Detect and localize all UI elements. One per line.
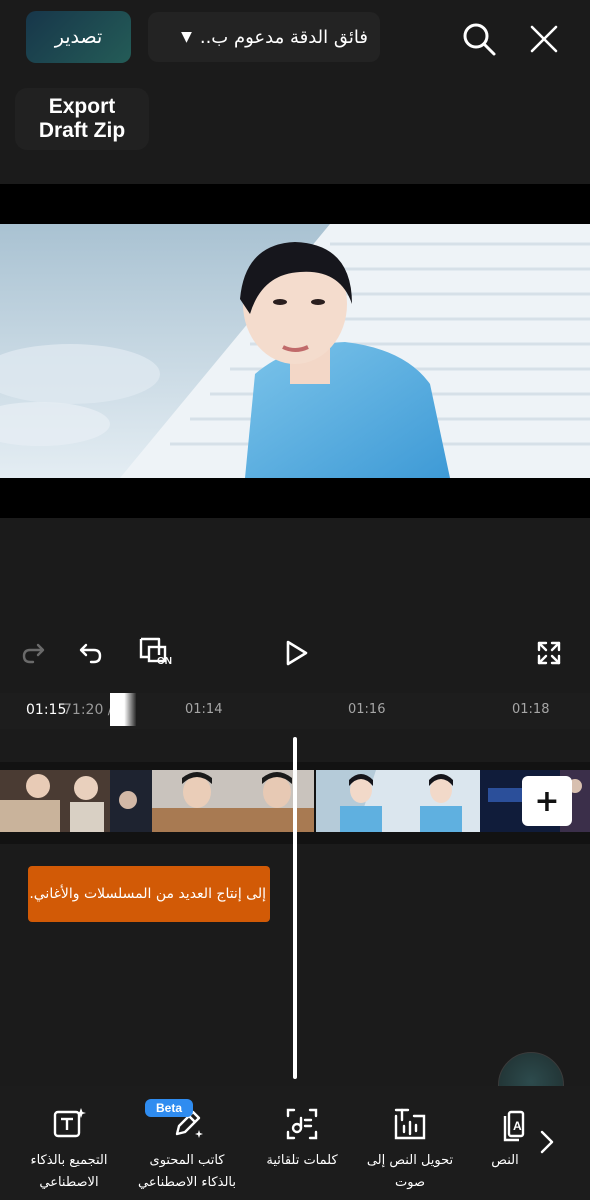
subtitle-text: إلى إنتاج العديد من المسلسلات والأغاني.	[29, 886, 266, 902]
draft-zip-line1: Export	[48, 95, 116, 118]
tool-label: كاتب المحتوى بالذكاء الاصطناعي	[138, 1153, 236, 1190]
redo-icon	[22, 643, 45, 664]
preview-on-icon	[139, 637, 167, 663]
ai-text-icon	[53, 1108, 86, 1138]
ruler-tick-label: 01:16	[348, 702, 386, 717]
draft-zip-line2: Draft Zip	[38, 119, 126, 142]
tool-auto-captions[interactable]: كلمات تلقائية	[256, 1104, 348, 1172]
total-duration: 71:20 /	[63, 702, 113, 718]
preview-toggle-badge: ON	[157, 656, 172, 667]
toolbar-next-button[interactable]	[534, 1124, 560, 1160]
video-frame-image	[0, 224, 590, 478]
current-time: 01:15	[26, 702, 67, 718]
fullscreen-button[interactable]	[532, 636, 566, 670]
text-icon: A	[503, 1110, 525, 1142]
preview-toggle-button[interactable]: ON	[136, 634, 178, 674]
close-icon	[530, 25, 558, 53]
undo-icon	[79, 643, 102, 664]
tool-label: النص	[491, 1153, 519, 1168]
redo-button[interactable]	[18, 636, 50, 670]
resolution-text: فائق الدقة مدعوم ب..	[199, 26, 368, 48]
video-clip-thumbnail[interactable]	[316, 770, 480, 832]
beta-badge: Beta	[145, 1099, 193, 1117]
tool-label: التجميع بالذكاء الاصطناعي	[30, 1153, 108, 1190]
dropdown-caret-icon: ▼	[181, 29, 192, 45]
tool-text-to-speech[interactable]: تحويل النص إلى صوت	[352, 1104, 468, 1194]
scrub-marker	[110, 693, 136, 726]
tool-label: تحويل النص إلى صوت	[366, 1153, 454, 1190]
clip-thumbnail-image	[0, 770, 152, 832]
clip-thumbnail-image	[152, 770, 314, 832]
ruler-tick-label: 01:18	[512, 702, 550, 717]
close-button[interactable]	[522, 17, 566, 61]
tool-ai-writer[interactable]: كاتب المحتوى بالذكاء الاصطناعي	[126, 1104, 248, 1194]
subtitle-clip[interactable]: إلى إنتاج العديد من المسلسلات والأغاني.	[28, 866, 270, 922]
play-button[interactable]	[279, 636, 313, 670]
search-icon	[463, 23, 496, 56]
tool-ai-compose[interactable]: التجميع بالذكاء الاصطناعي	[10, 1104, 128, 1194]
undo-button[interactable]	[74, 636, 106, 670]
video-clip-thumbnail[interactable]	[152, 770, 314, 832]
export-draft-zip-button[interactable]: Export Draft Zip	[15, 88, 149, 150]
auto-captions-icon	[286, 1108, 318, 1140]
resolution-dropdown[interactable]: ▼ فائق الدقة مدعوم ب..	[148, 12, 380, 62]
ruler-tick-label: 01:14	[185, 702, 223, 717]
playhead[interactable]	[293, 737, 297, 1079]
video-clip-thumbnail[interactable]	[0, 770, 152, 832]
tool-label: كلمات تلقائية	[266, 1153, 338, 1168]
add-clip-button[interactable]: +	[522, 776, 572, 826]
plus-icon: +	[534, 783, 560, 819]
tool-text[interactable]: A النص	[478, 1104, 532, 1172]
fullscreen-icon	[537, 641, 561, 665]
video-preview-frame[interactable]	[0, 224, 590, 478]
text-to-speech-icon	[394, 1108, 426, 1140]
svg-text:A: A	[513, 1119, 522, 1133]
chevron-right-icon	[540, 1130, 554, 1154]
export-button[interactable]: تصدير	[26, 11, 131, 63]
play-icon	[286, 640, 308, 666]
search-button[interactable]	[457, 17, 501, 61]
export-label: تصدير	[54, 26, 103, 48]
clip-thumbnail-image	[316, 770, 480, 832]
